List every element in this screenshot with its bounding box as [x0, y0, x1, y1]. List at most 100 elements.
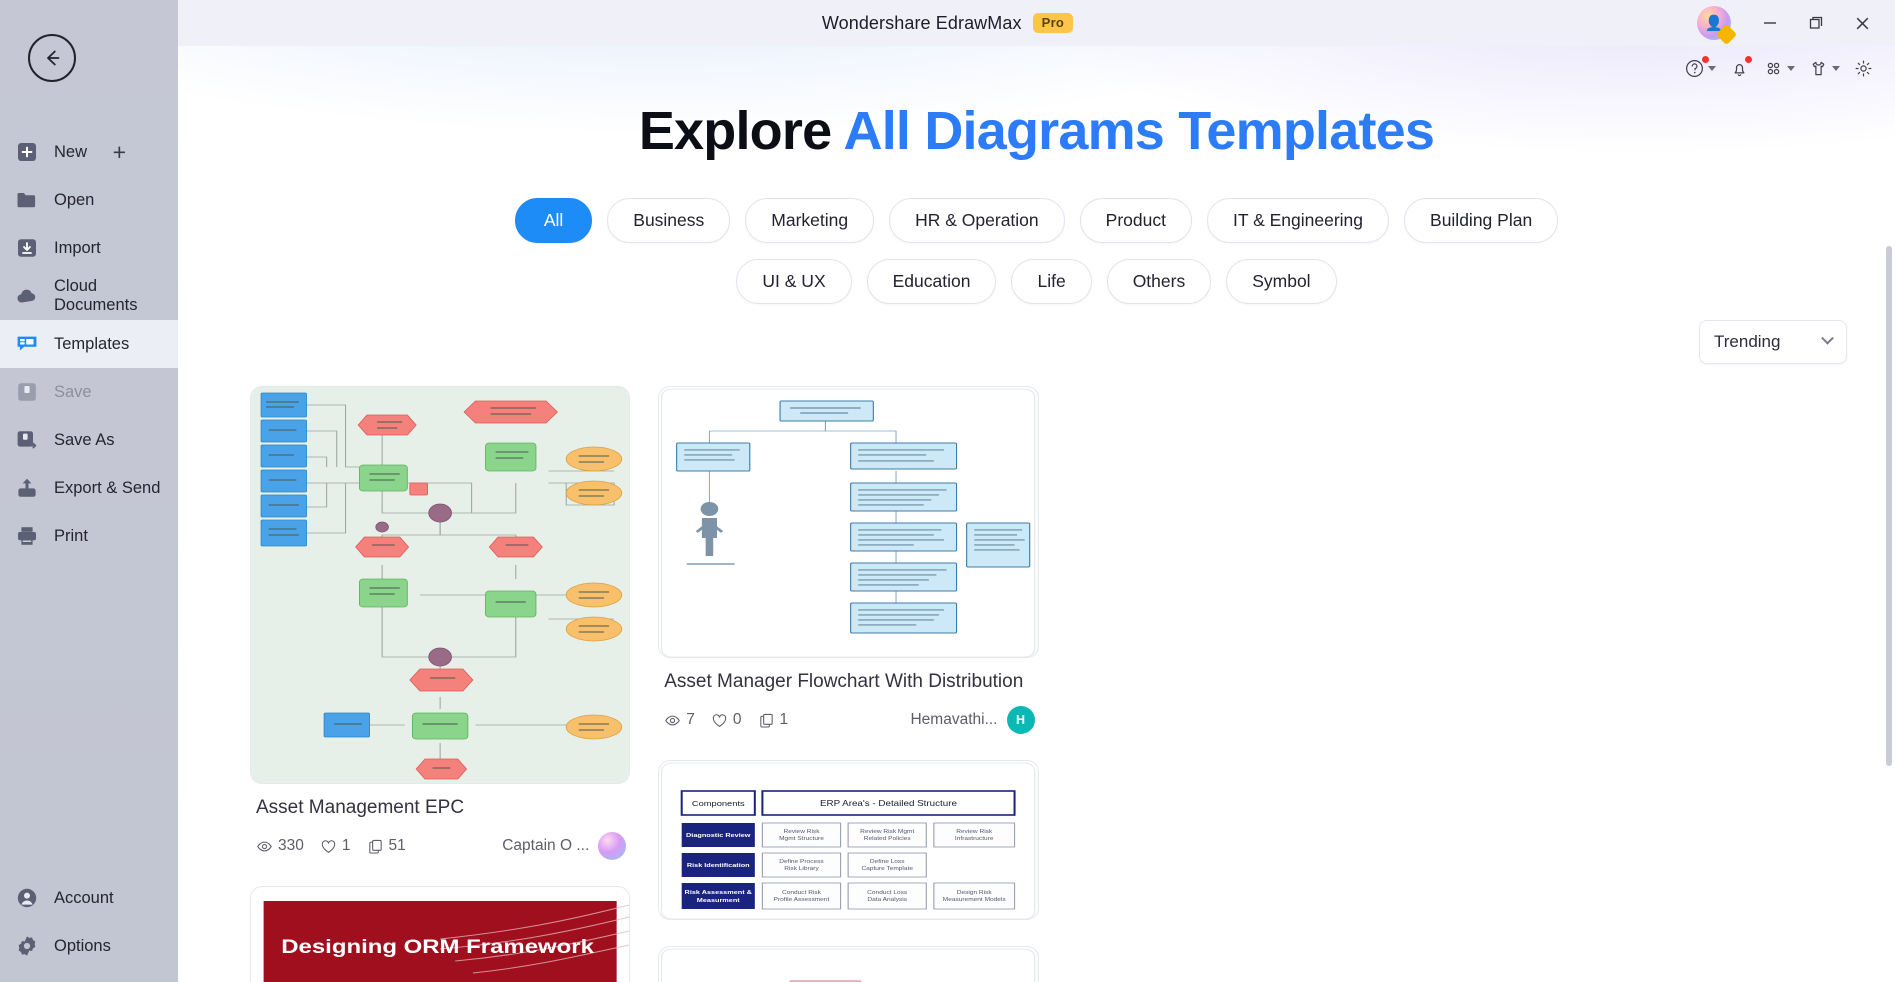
- category-pill-symbol[interactable]: Symbol: [1226, 259, 1337, 304]
- sidebar-item-import[interactable]: Import: [0, 224, 178, 272]
- erp-header-left: Components: [692, 799, 745, 808]
- template-author[interactable]: Hemavathi... H: [910, 706, 1035, 735]
- page-title-plain: Explore: [638, 101, 844, 161]
- svg-text:Review Risk: Review Risk: [784, 830, 820, 835]
- sort-selected-value: Trending: [1714, 332, 1781, 351]
- sidebar-item-print[interactable]: Print: [0, 512, 178, 560]
- sidebar-item-templates[interactable]: Templates: [0, 320, 178, 368]
- category-pill-business[interactable]: Business: [607, 198, 731, 243]
- theme-button[interactable]: [1803, 54, 1845, 83]
- template-card[interactable]: Asset Management EPC 330 1 51 Captain O …: [250, 386, 631, 982]
- epc-diagram-art: [260, 392, 623, 780]
- chevron-down-icon: [1832, 65, 1840, 71]
- avatar: [598, 832, 627, 861]
- printer-icon: [14, 524, 39, 549]
- maximize-button[interactable]: [1795, 6, 1837, 40]
- templates-icon: [14, 332, 39, 357]
- category-pill-product[interactable]: Product: [1079, 198, 1192, 243]
- help-button[interactable]: [1679, 54, 1721, 83]
- minimize-button[interactable]: [1749, 6, 1791, 40]
- page-title-accent: All Diagrams Templates: [843, 101, 1435, 161]
- copies-count: 1: [779, 711, 789, 729]
- cloud-icon: [14, 284, 39, 309]
- sidebar-item-new[interactable]: New +: [0, 128, 178, 176]
- sidebar-item-label: New: [54, 142, 88, 161]
- sidebar-item-label: Account: [54, 888, 114, 907]
- sort-bar: Trending: [178, 320, 1895, 364]
- template-thumbnail-flowchart[interactable]: [658, 386, 1039, 658]
- back-button[interactable]: [28, 34, 76, 82]
- copies-stat: 1: [758, 711, 789, 729]
- svg-text:Capture Template: Capture Template: [862, 867, 914, 872]
- orm-banner-art: Designing ORM Framework: [263, 901, 630, 982]
- sidebar-item-save-as[interactable]: Save As: [0, 416, 178, 464]
- svg-text:Infrastructure: Infrastructure: [955, 837, 994, 842]
- category-pill-marketing[interactable]: Marketing: [745, 198, 875, 243]
- sidebar-item-label: Print: [54, 526, 88, 545]
- export-icon: [14, 476, 39, 501]
- template-title: Asset Manager Flowchart With Distributio…: [664, 671, 1024, 692]
- category-pill-others[interactable]: Others: [1106, 259, 1212, 304]
- sidebar-item-cloud-documents[interactable]: Cloud Documents: [0, 272, 178, 320]
- sidebar-item-open[interactable]: Open: [0, 176, 178, 224]
- template-stats-row: 330 1 51 Captain O ...: [256, 832, 627, 861]
- template-thumbnail-epc[interactable]: [250, 386, 631, 784]
- sort-dropdown[interactable]: Trending: [1699, 320, 1847, 364]
- category-pill-building-plan[interactable]: Building Plan: [1404, 198, 1559, 243]
- notifications-button[interactable]: [1724, 54, 1755, 83]
- sidebar-bottom-nav: Account Options: [0, 874, 178, 970]
- import-icon: [14, 236, 39, 261]
- settings-button[interactable]: [1848, 54, 1879, 83]
- svg-text:Risk Library: Risk Library: [784, 867, 819, 872]
- vertical-scrollbar[interactable]: [1886, 246, 1892, 766]
- category-pill-it-engineering[interactable]: IT & Engineering: [1206, 198, 1390, 243]
- author-name: Captain O ...: [502, 837, 590, 855]
- sidebar-item-label: Options: [54, 936, 111, 955]
- sidebar-item-save: Save: [0, 368, 178, 416]
- template-thumbnail-erp-table[interactable]: Components ERP Area's - Detailed Structu…: [658, 760, 1039, 921]
- category-row-2: UI & UX Education Life Others Symbol: [178, 259, 1895, 304]
- eye-icon: [257, 841, 272, 852]
- likes-stat: 1: [320, 837, 351, 855]
- category-pill-life[interactable]: Life: [1011, 259, 1092, 304]
- template-card[interactable]: DI Risk Management Model 61 0 13: [658, 946, 1039, 982]
- pro-badge: Pro: [1032, 13, 1074, 33]
- sidebar-item-options[interactable]: Options: [0, 922, 178, 970]
- svg-text:Conduct Risk: Conduct Risk: [782, 891, 821, 896]
- category-pill-all[interactable]: All: [514, 198, 593, 243]
- new-document-icon: [14, 140, 39, 165]
- close-button[interactable]: [1841, 6, 1883, 40]
- user-avatar[interactable]: 👤: [1697, 6, 1738, 46]
- svg-text:Define Process: Define Process: [780, 860, 824, 865]
- sidebar-item-export-send[interactable]: Export & Send: [0, 464, 178, 512]
- category-pill-education[interactable]: Education: [866, 259, 997, 304]
- category-pill-ui-ux[interactable]: UI & UX: [736, 259, 852, 304]
- likes-count: 1: [341, 837, 351, 855]
- sidebar-item-label: Cloud Documents: [54, 277, 138, 314]
- sidebar-item-account[interactable]: Account: [0, 874, 178, 922]
- avatar: H: [1006, 706, 1035, 735]
- new-add-button[interactable]: +: [113, 140, 126, 164]
- copies-count: 51: [388, 837, 406, 855]
- sidebar-item-label: Export & Send: [54, 478, 161, 497]
- svg-text:Measurement Models: Measurement Models: [943, 898, 1006, 903]
- eye-icon: [665, 715, 681, 726]
- svg-text:Mgmt Structure: Mgmt Structure: [779, 837, 825, 842]
- sidebar-item-label: Save: [54, 382, 92, 401]
- svg-text:Profile Assessment: Profile Assessment: [774, 898, 830, 903]
- app-title-text: Wondershare EdrawMax: [821, 12, 1022, 33]
- apps-button[interactable]: [1758, 54, 1800, 83]
- main-content: Explore All Diagrams Templates All Busin…: [178, 46, 1895, 982]
- svg-text:Define Loss: Define Loss: [870, 860, 905, 865]
- erp-row-name-3: Risk Assessment &: [685, 890, 753, 896]
- copies-stat: 51: [367, 837, 406, 855]
- erp-header-right: ERP Area's - Detailed Structure: [820, 799, 957, 808]
- template-thumbnail-orm[interactable]: Designing ORM Framework: [250, 886, 631, 982]
- svg-text:Review Risk: Review Risk: [956, 830, 992, 835]
- template-author[interactable]: Captain O ...: [502, 832, 627, 861]
- template-thumbnail-di-risk[interactable]: [658, 946, 1039, 982]
- template-stats-row: 7 0 1 Hemavathi... H: [664, 706, 1035, 735]
- theme-shirt-icon: [1812, 61, 1825, 75]
- category-pill-hr-operation[interactable]: HR & Operation: [889, 198, 1065, 243]
- template-card[interactable]: Asset Manager Flowchart With Distributio…: [658, 386, 1039, 921]
